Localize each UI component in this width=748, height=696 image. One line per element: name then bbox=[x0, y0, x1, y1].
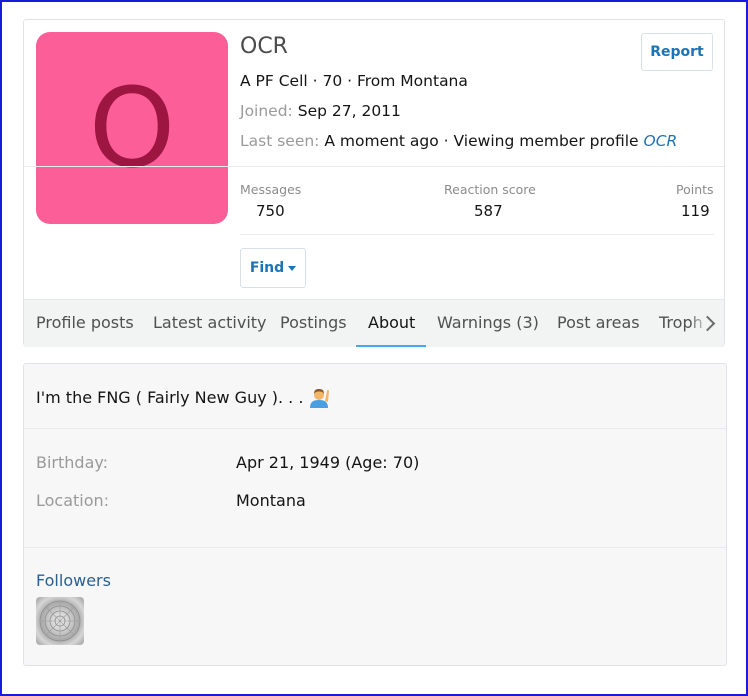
profile-card: O OCR A PF Cell · 70 · From Montana Join… bbox=[23, 19, 725, 347]
last-seen-profile-link[interactable]: OCR bbox=[644, 132, 678, 150]
last-seen-value: A moment ago · Viewing member profile bbox=[324, 132, 639, 150]
spiral-pattern-icon bbox=[39, 600, 81, 642]
about-bio-text: I'm the FNG ( Fairly New Guy ). . . bbox=[36, 387, 304, 407]
stat-reaction-label: Reaction score bbox=[444, 182, 536, 197]
find-menu-button[interactable]: Find bbox=[240, 248, 306, 288]
user-title: A PF Cell · 70 · From Montana bbox=[240, 72, 468, 90]
username: OCR bbox=[240, 34, 288, 59]
stat-messages-label[interactable]: Messages bbox=[240, 182, 301, 197]
tab-postings[interactable]: Postings bbox=[280, 300, 347, 347]
birthday-label: Birthday: bbox=[36, 453, 109, 472]
divider bbox=[24, 547, 726, 548]
about-panel: I'm the FNG ( Fairly New Guy ). . . Birt… bbox=[23, 363, 727, 666]
follower-avatar[interactable] bbox=[36, 597, 84, 645]
find-label: Find bbox=[249, 260, 285, 276]
stat-messages-value[interactable]: 750 bbox=[256, 202, 285, 220]
tab-profile-posts[interactable]: Profile posts bbox=[36, 300, 134, 347]
last-seen-label: Last seen: bbox=[240, 132, 320, 150]
about-bio: I'm the FNG ( Fairly New Guy ). . . bbox=[36, 385, 331, 409]
tab-warnings[interactable]: Warnings (3) bbox=[437, 300, 539, 347]
stat-points-value[interactable]: 119 bbox=[681, 202, 710, 220]
birthday-value: Apr 21, 1949 (Age: 70) bbox=[236, 453, 420, 472]
location-label: Location: bbox=[36, 491, 110, 510]
joined-row: Joined: Sep 27, 2011 bbox=[240, 102, 401, 120]
divider bbox=[240, 234, 714, 235]
last-seen-row: Last seen: A moment ago · Viewing member… bbox=[240, 132, 677, 150]
location-value[interactable]: Montana bbox=[236, 491, 306, 510]
divider bbox=[24, 428, 726, 429]
joined-value: Sep 27, 2011 bbox=[297, 102, 401, 120]
tab-about[interactable]: About bbox=[356, 300, 426, 347]
chevron-right-icon[interactable] bbox=[696, 300, 724, 347]
stat-reaction-value: 587 bbox=[474, 202, 503, 220]
avatar[interactable]: O bbox=[36, 32, 228, 224]
tab-post-areas[interactable]: Post areas bbox=[557, 300, 640, 347]
report-button[interactable]: Report bbox=[641, 33, 713, 71]
stat-points-label[interactable]: Points bbox=[676, 182, 714, 197]
profile-tabs: Profile posts Latest activity Postings A… bbox=[24, 299, 724, 347]
man-raising-hand-icon bbox=[310, 389, 330, 408]
tab-latest-activity[interactable]: Latest activity bbox=[153, 300, 267, 347]
caret-down-icon bbox=[288, 265, 297, 271]
divider bbox=[24, 166, 724, 167]
followers-heading[interactable]: Followers bbox=[36, 571, 111, 590]
joined-label: Joined: bbox=[240, 102, 293, 120]
